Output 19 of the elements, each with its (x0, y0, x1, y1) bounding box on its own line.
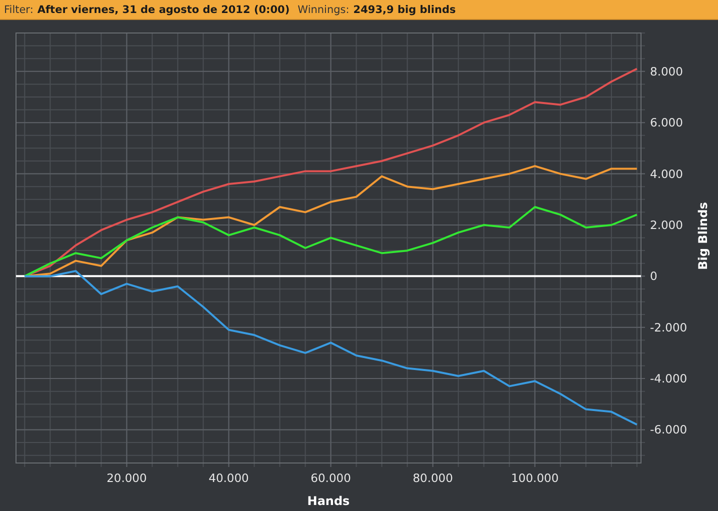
x-tick-label: 20.000 (106, 471, 147, 485)
winnings-label: Winnings: (298, 4, 350, 16)
filter-label: Filter: (4, 4, 34, 16)
y-tick-label: 2.000 (650, 218, 683, 232)
x-tick-label: 60.000 (310, 471, 351, 485)
y-tick-label: 0 (650, 269, 658, 284)
y-tick-label: 6.000 (650, 116, 683, 130)
x-tick-label: 80.000 (412, 471, 453, 485)
y-axis-title: Big Blinds (696, 202, 710, 270)
y-tick-label: -4.000 (650, 372, 688, 386)
y-tick-label: 4.000 (650, 166, 683, 181)
x-tick-label: 100.000 (511, 471, 559, 485)
y-tick-label: 8.000 (650, 64, 683, 78)
filter-value: After viernes, 31 de agosto de 2012 (0:00) (37, 4, 290, 16)
y-tick-label: -6.000 (650, 422, 688, 437)
x-axis-title: Hands (307, 494, 350, 508)
x-tick-label: 40.000 (208, 471, 249, 485)
y-tick-label: -2.000 (650, 320, 688, 334)
winnings-value: 2493,9 big blinds (353, 4, 456, 16)
